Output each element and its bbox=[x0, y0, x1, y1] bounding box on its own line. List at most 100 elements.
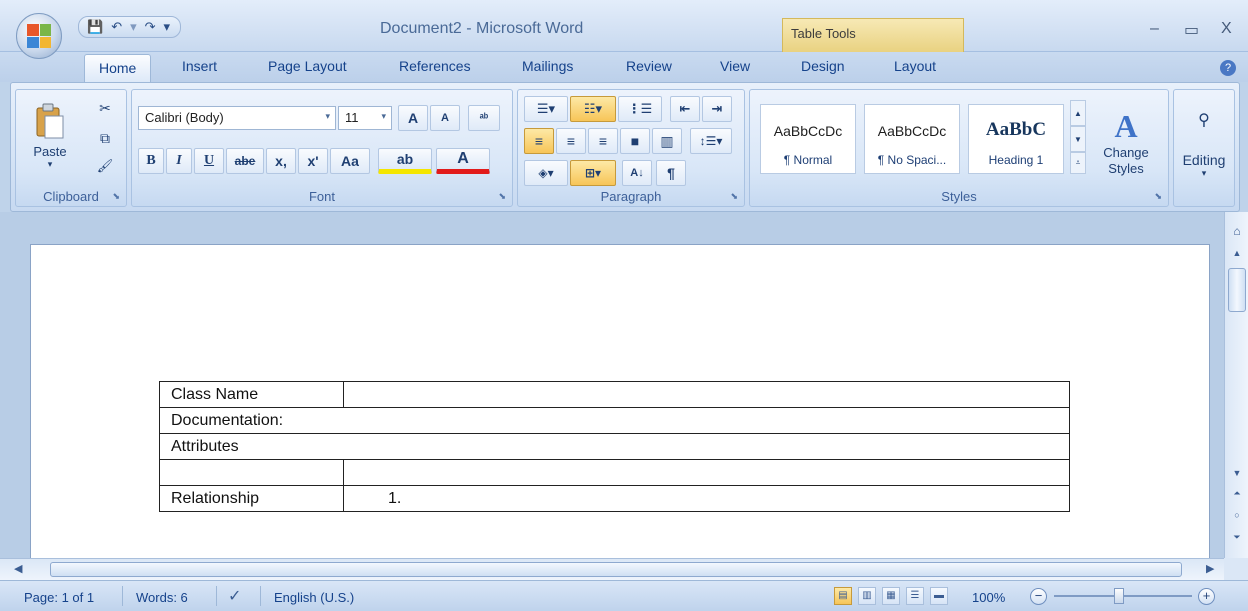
paste-button[interactable]: Paste ▾ bbox=[28, 96, 72, 176]
print-layout-view-icon[interactable]: ▤ bbox=[834, 587, 852, 605]
scroll-up-icon[interactable]: ▲ bbox=[1228, 248, 1246, 264]
style-no-spacing[interactable]: AaBbCcDc ¶ No Spaci... bbox=[864, 104, 960, 174]
proofing-icon[interactable]: ✓ bbox=[228, 586, 241, 606]
cut-icon[interactable]: ✂ bbox=[94, 98, 116, 118]
ruler-toggle-icon[interactable]: ⌂ bbox=[1228, 224, 1246, 240]
maximize-button[interactable]: ▭ bbox=[1184, 20, 1199, 40]
borders-button[interactable]: ⊞▾ bbox=[570, 160, 616, 186]
decrease-indent-button[interactable]: ⇤ bbox=[670, 96, 700, 122]
justify-button[interactable]: ■ bbox=[620, 128, 650, 154]
undo-icon[interactable]: ↶ bbox=[111, 19, 122, 35]
scroll-left-icon[interactable]: ◀ bbox=[14, 562, 22, 575]
line-spacing-button[interactable]: ↕☰▾ bbox=[690, 128, 732, 154]
web-layout-icon[interactable]: ▦ bbox=[882, 587, 900, 605]
class-name-label-cell[interactable]: Class Name bbox=[159, 381, 344, 408]
select-browse-object-icon[interactable]: ○ bbox=[1228, 510, 1246, 526]
tab-design[interactable]: Design bbox=[801, 58, 845, 74]
styles-more-icon[interactable]: ⩡ bbox=[1070, 152, 1086, 174]
highlight-button[interactable]: ab bbox=[378, 148, 432, 174]
tab-review[interactable]: Review bbox=[626, 58, 672, 74]
increase-indent-button[interactable]: ⇥ bbox=[702, 96, 732, 122]
columns-button[interactable]: ▥ bbox=[652, 128, 682, 154]
redo-icon[interactable]: ↷ bbox=[145, 19, 156, 35]
language-status[interactable]: English (U.S.) bbox=[274, 590, 354, 605]
page-count-status[interactable]: Page: 1 of 1 bbox=[24, 590, 94, 605]
align-center-button[interactable]: ≡ bbox=[556, 128, 586, 154]
styles-scroll-down-icon[interactable]: ▼ bbox=[1070, 126, 1086, 152]
superscript-button[interactable]: x' bbox=[298, 148, 328, 174]
copy-icon[interactable]: ⧉ bbox=[94, 128, 116, 148]
draft-view-icon[interactable]: ▬ bbox=[930, 587, 948, 605]
zoom-slider-thumb[interactable] bbox=[1114, 588, 1124, 604]
font-launcher-icon[interactable]: ⬊ bbox=[498, 191, 506, 202]
styles-scroll-up-icon[interactable]: ▲ bbox=[1070, 100, 1086, 126]
tab-mailings[interactable]: Mailings bbox=[522, 58, 573, 74]
tab-layout[interactable]: Layout bbox=[894, 58, 936, 74]
bullets-button[interactable]: ☰▾ bbox=[524, 96, 568, 122]
font-size-combo[interactable]: 11 ▾ bbox=[338, 106, 392, 130]
empty-right-cell[interactable] bbox=[343, 459, 1070, 486]
align-right-button[interactable]: ≡ bbox=[588, 128, 618, 154]
font-name-combo[interactable]: Calibri (Body) ▾ bbox=[138, 106, 336, 130]
change-case-button[interactable]: Aa bbox=[330, 148, 370, 174]
help-icon[interactable]: ? bbox=[1220, 60, 1236, 76]
undo-dropdown-icon[interactable]: ▾ bbox=[130, 19, 137, 35]
documentation-cell[interactable]: Documentation: bbox=[159, 407, 1070, 434]
underline-button[interactable]: U bbox=[194, 148, 224, 174]
font-name-dropdown-icon[interactable]: ▾ bbox=[325, 111, 330, 122]
customize-qat-icon[interactable]: ▾ bbox=[164, 19, 171, 35]
word-count-status[interactable]: Words: 6 bbox=[136, 590, 188, 605]
class-name-value-cell[interactable] bbox=[343, 381, 1070, 408]
relationship-value-cell[interactable]: 1. bbox=[343, 485, 1070, 512]
tab-view[interactable]: View bbox=[720, 58, 750, 74]
document-page[interactable]: Class Name Documentation: Attributes Rel… bbox=[30, 244, 1210, 564]
styles-launcher-icon[interactable]: ⬊ bbox=[1154, 191, 1162, 202]
bold-button[interactable]: B bbox=[138, 148, 164, 174]
italic-button[interactable]: I bbox=[166, 148, 192, 174]
previous-page-icon[interactable]: ⏶ bbox=[1228, 488, 1246, 504]
align-left-button[interactable]: ≡ bbox=[524, 128, 554, 154]
close-button[interactable]: X bbox=[1221, 20, 1232, 38]
format-painter-icon[interactable]: 🖌 bbox=[94, 156, 116, 176]
tab-page-layout[interactable]: Page Layout bbox=[268, 58, 347, 74]
change-styles-button[interactable]: A Change Styles bbox=[1096, 96, 1156, 188]
office-button[interactable] bbox=[16, 13, 62, 59]
horizontal-scrollbar[interactable]: ◀ ▶ bbox=[0, 558, 1224, 580]
relationship-label-cell[interactable]: Relationship bbox=[159, 485, 344, 512]
vertical-scroll-thumb[interactable] bbox=[1228, 268, 1246, 312]
horizontal-scroll-thumb[interactable] bbox=[50, 562, 1182, 577]
font-color-button[interactable]: A bbox=[436, 148, 490, 174]
multilevel-list-button[interactable]: ⋮☰ bbox=[618, 96, 662, 122]
paragraph-launcher-icon[interactable]: ⬊ bbox=[730, 191, 738, 202]
style-heading-1[interactable]: AaBbC Heading 1 bbox=[968, 104, 1064, 174]
clipboard-launcher-icon[interactable]: ⬊ bbox=[112, 191, 120, 202]
minimize-button[interactable]: – bbox=[1150, 20, 1159, 38]
grow-font-button[interactable]: A bbox=[398, 105, 428, 131]
numbering-button[interactable]: ☷▾ bbox=[570, 96, 616, 122]
scroll-right-icon[interactable]: ▶ bbox=[1206, 562, 1214, 575]
show-hide-pilcrow-button[interactable]: ¶ bbox=[656, 160, 686, 186]
tab-home[interactable]: Home bbox=[84, 54, 152, 82]
zoom-level[interactable]: 100% bbox=[972, 590, 1005, 605]
save-icon[interactable]: 💾 bbox=[87, 19, 103, 35]
zoom-out-button[interactable]: − bbox=[1030, 588, 1047, 605]
next-page-icon[interactable]: ⏷ bbox=[1228, 532, 1246, 548]
tab-insert[interactable]: Insert bbox=[182, 58, 217, 74]
tab-references[interactable]: References bbox=[399, 58, 471, 74]
shrink-font-button[interactable]: A bbox=[430, 105, 460, 131]
empty-left-cell[interactable] bbox=[159, 459, 344, 486]
strikethrough-button[interactable]: abe bbox=[226, 148, 264, 174]
style-normal[interactable]: AaBbCcDc ¶ Normal bbox=[760, 104, 856, 174]
outline-view-icon[interactable]: ☰ bbox=[906, 587, 924, 605]
sort-button[interactable]: A↓ bbox=[622, 160, 652, 186]
shading-button[interactable]: ◈▾ bbox=[524, 160, 568, 186]
scroll-down-icon[interactable]: ▼ bbox=[1228, 468, 1246, 484]
full-screen-reading-icon[interactable]: ▥ bbox=[858, 587, 876, 605]
font-size-dropdown-icon[interactable]: ▾ bbox=[381, 111, 386, 122]
vertical-scrollbar[interactable]: ⌂ ▲ ▼ ⏶ ○ ⏷ bbox=[1224, 212, 1248, 558]
zoom-in-button[interactable]: + bbox=[1198, 588, 1215, 605]
attributes-cell[interactable]: Attributes bbox=[159, 433, 1070, 460]
subscript-button[interactable]: x, bbox=[266, 148, 296, 174]
editing-button[interactable]: ⚲ Editing ▾ bbox=[1178, 94, 1230, 194]
clear-formatting-button[interactable]: ᵃᵇ bbox=[468, 105, 500, 131]
